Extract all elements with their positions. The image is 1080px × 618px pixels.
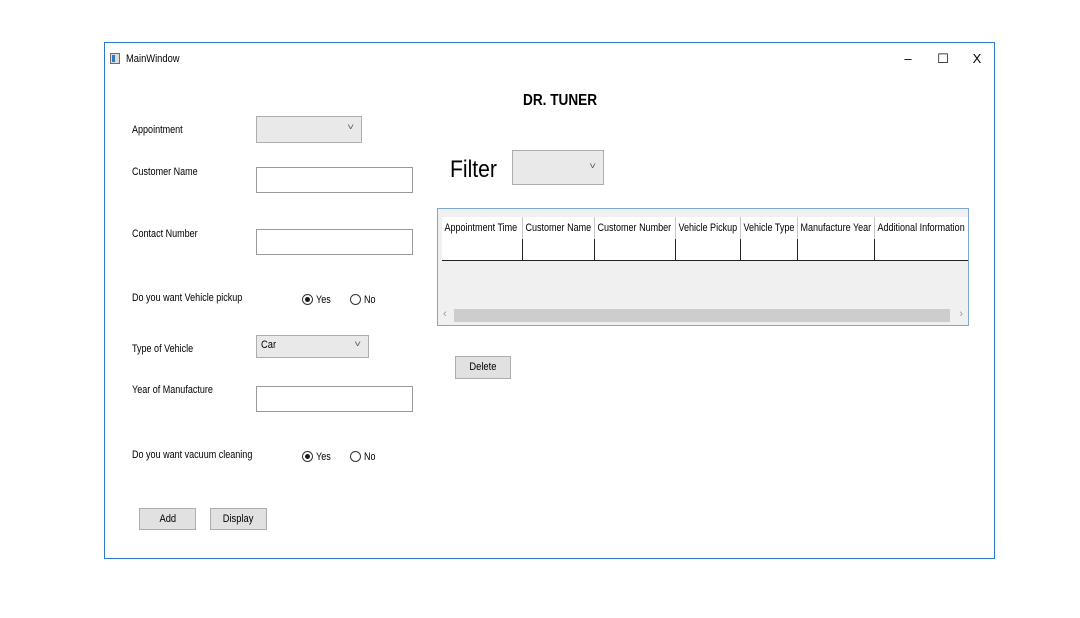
vehicle-pickup-yes-radio[interactable] [302, 294, 313, 305]
vehicle-pickup-yes-label: Yes [316, 294, 331, 306]
vehicle-pickup-no-label: No [364, 294, 376, 306]
scroll-left-icon[interactable]: ‹ [443, 308, 447, 320]
appointment-label: Appointment [132, 124, 183, 136]
vacuum-yes-radio[interactable] [302, 451, 313, 462]
table-cell[interactable] [523, 239, 595, 260]
delete-button[interactable]: Delete [455, 356, 511, 379]
vacuum-yes-label: Yes [316, 451, 331, 463]
filter-combo[interactable]: ˅ [512, 150, 604, 185]
close-button[interactable]: X [967, 51, 987, 66]
chevron-down-icon: ˅ [353, 339, 361, 349]
contact-number-input[interactable] [256, 229, 413, 255]
horizontal-scrollbar[interactable]: ‹ › [438, 307, 968, 325]
table-cell[interactable] [741, 239, 798, 260]
grid-header: Appointment Time Customer Name Customer … [442, 217, 968, 239]
table-cell[interactable] [442, 239, 523, 260]
appointment-combo[interactable]: ˅ [256, 116, 362, 143]
column-header[interactable]: Vehicle Pickup [676, 217, 741, 239]
page-title: DR. TUNER [523, 92, 598, 109]
chevron-down-icon: ˅ [346, 122, 354, 132]
column-header[interactable]: Vehicle Type [741, 217, 798, 239]
vehicle-type-combo[interactable]: Car ˅ [256, 335, 369, 358]
minimize-button[interactable]: – [898, 51, 918, 66]
app-icon [110, 53, 120, 64]
vehicle-pickup-label: Do you want Vehicle pickup [132, 292, 243, 304]
maximize-button[interactable]: ☐ [933, 51, 953, 67]
column-header[interactable]: Customer Number [595, 217, 676, 239]
customer-name-input[interactable] [256, 167, 413, 193]
year-input[interactable] [256, 386, 413, 412]
vehicle-type-value: Car [261, 339, 277, 351]
customer-name-label: Customer Name [132, 166, 198, 178]
table-cell[interactable] [875, 239, 968, 260]
table-cell[interactable] [595, 239, 676, 260]
vehicle-pickup-no-radio[interactable] [350, 294, 361, 305]
filter-label: Filter [450, 156, 497, 183]
vacuum-label: Do you want vacuum cleaning [132, 449, 253, 461]
vacuum-no-radio[interactable] [350, 451, 361, 462]
vehicle-type-label: Type of Vehicle [132, 343, 194, 355]
year-label: Year of Manufacture [132, 384, 213, 396]
column-header[interactable]: Appointment Time [442, 217, 523, 239]
chevron-down-icon: ˅ [588, 161, 596, 171]
table-cell[interactable] [798, 239, 875, 260]
table-row[interactable] [442, 239, 968, 261]
column-header[interactable]: Customer Name [523, 217, 595, 239]
display-button[interactable]: Display [210, 508, 267, 530]
scrollbar-thumb[interactable] [454, 309, 950, 322]
scroll-right-icon[interactable]: › [959, 308, 963, 320]
contact-number-label: Contact Number [132, 228, 198, 240]
vacuum-no-label: No [364, 451, 376, 463]
column-header[interactable]: Additional Information [875, 217, 968, 239]
add-button[interactable]: Add [139, 508, 196, 530]
window-title: MainWindow [126, 53, 180, 65]
column-header[interactable]: Manufacture Year [798, 217, 875, 239]
table-cell[interactable] [676, 239, 741, 260]
appointments-grid[interactable]: Appointment Time Customer Name Customer … [437, 208, 969, 326]
